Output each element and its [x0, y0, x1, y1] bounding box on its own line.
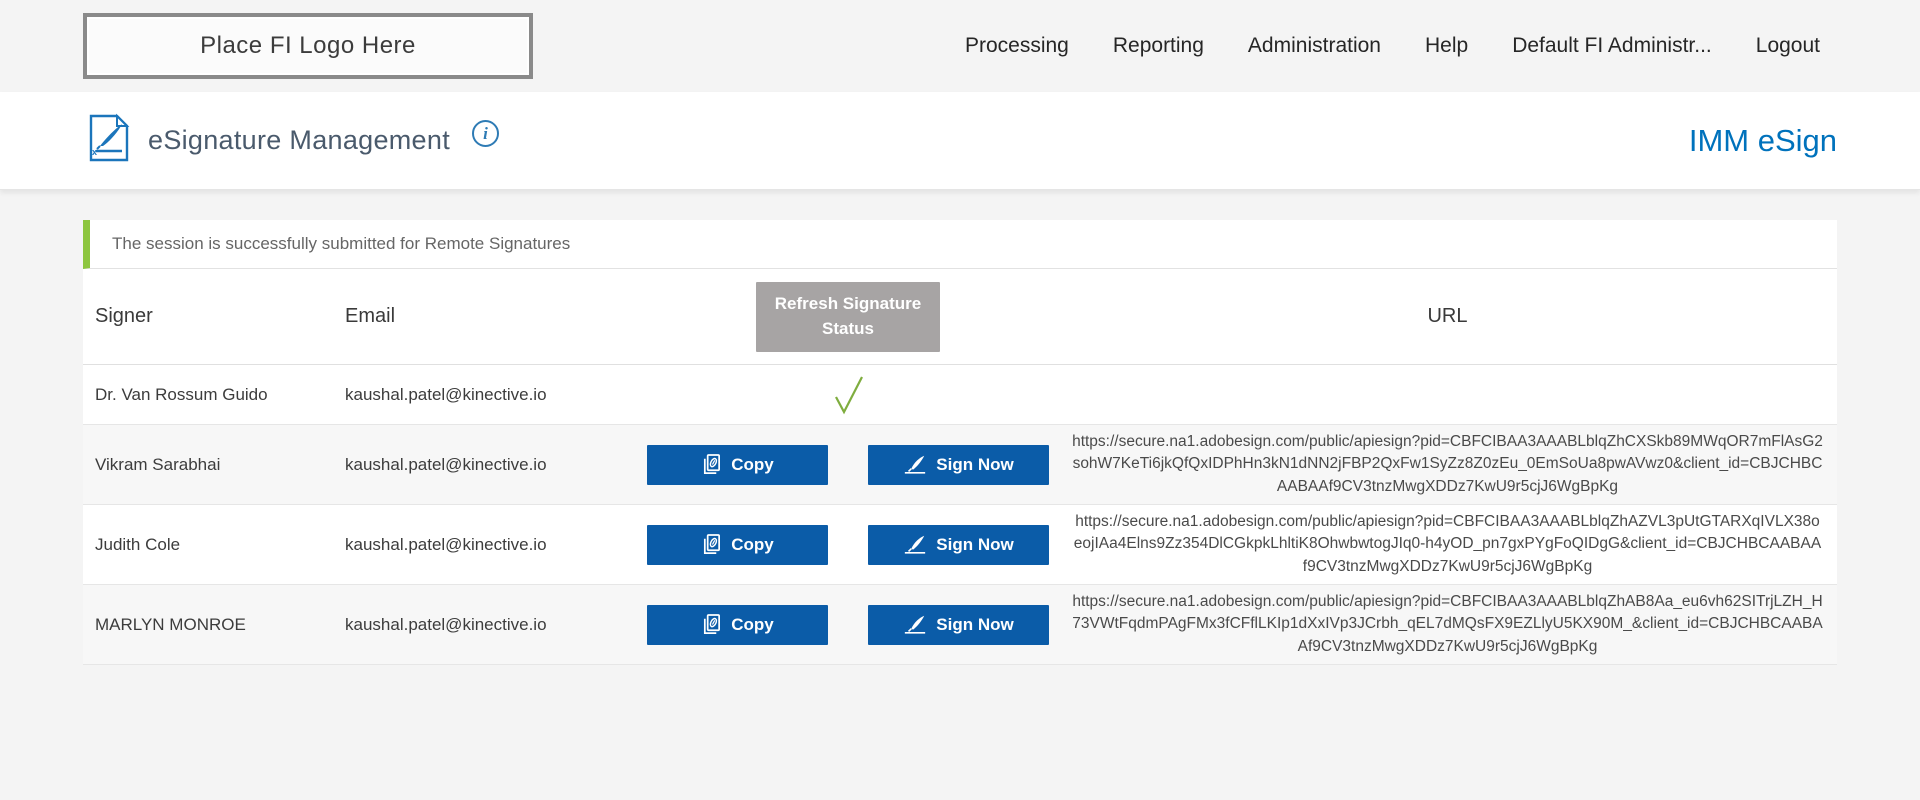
- column-header-email: Email: [345, 305, 638, 328]
- top-bar: Place FI Logo Here Processing Reporting …: [0, 0, 1920, 92]
- copy-icon: [701, 533, 722, 556]
- sign-now-button[interactable]: Sign Now: [868, 525, 1049, 565]
- main-nav: Processing Reporting Administration Help…: [965, 0, 1820, 92]
- brand-title: IMM eSign: [1689, 123, 1837, 159]
- refresh-signature-status-button[interactable]: Refresh Signature Status: [756, 282, 940, 352]
- page-title: eSignature Management: [148, 125, 450, 156]
- email-cell: kaushal.patel@kinective.io: [345, 455, 638, 475]
- table-body: Dr. Van Rossum Guido kaushal.patel@kinec…: [83, 365, 1837, 665]
- nav-item-reporting[interactable]: Reporting: [1113, 34, 1204, 58]
- signer-cell: Dr. Van Rossum Guido: [83, 385, 345, 405]
- row-actions: Copy Sign Now: [647, 605, 1049, 645]
- signed-check-icon: [828, 374, 868, 416]
- nav-item-processing[interactable]: Processing: [965, 34, 1069, 58]
- content-panel: The session is successfully submitted fo…: [83, 220, 1837, 665]
- copy-url-button[interactable]: Copy: [647, 525, 828, 565]
- row-actions: Copy Sign Now: [647, 445, 1049, 485]
- signer-cell: Judith Cole: [83, 535, 345, 555]
- url-cell: https://secure.na1.adobesign.com/public/…: [1058, 503, 1837, 586]
- sign-now-button-label: Sign Now: [936, 535, 1013, 555]
- fi-logo-placeholder: Place FI Logo Here: [83, 13, 533, 79]
- copy-icon: [701, 613, 722, 636]
- nav-item-current-user[interactable]: Default FI Administr...: [1512, 34, 1712, 58]
- email-cell: kaushal.patel@kinective.io: [345, 385, 638, 405]
- email-cell: kaushal.patel@kinective.io: [345, 535, 638, 555]
- sign-now-button-label: Sign Now: [936, 455, 1013, 475]
- svg-text:x: x: [92, 147, 97, 157]
- signer-cell: MARLYN MONROE: [83, 615, 345, 635]
- copy-url-button[interactable]: Copy: [647, 445, 828, 485]
- sign-now-button-label: Sign Now: [936, 615, 1013, 635]
- info-icon[interactable]: i: [472, 120, 499, 147]
- table-row: Judith Cole kaushal.patel@kinective.io C…: [83, 505, 1837, 585]
- sign-pen-icon: [903, 534, 927, 556]
- email-cell: kaushal.patel@kinective.io: [345, 615, 638, 635]
- nav-item-help[interactable]: Help: [1425, 34, 1468, 58]
- signer-cell: Vikram Sarabhai: [83, 455, 345, 475]
- nav-item-administration[interactable]: Administration: [1248, 34, 1381, 58]
- page-header: x eSignature Management i IMM eSign: [0, 92, 1920, 190]
- column-header-signer: Signer: [83, 305, 345, 328]
- copy-button-label: Copy: [731, 455, 774, 475]
- url-cell: [1058, 387, 1837, 403]
- esignature-document-icon: x: [88, 113, 130, 168]
- nav-item-logout[interactable]: Logout: [1756, 34, 1820, 58]
- copy-url-button[interactable]: Copy: [647, 605, 828, 645]
- sign-pen-icon: [903, 614, 927, 636]
- column-header-url: URL: [1058, 294, 1837, 339]
- table-header-row: Signer Email Refresh Signature Status UR…: [83, 269, 1837, 365]
- copy-icon: [701, 453, 722, 476]
- sign-pen-icon: [903, 454, 927, 476]
- sign-now-button[interactable]: Sign Now: [868, 605, 1049, 645]
- success-banner-text: The session is successfully submitted fo…: [112, 234, 570, 254]
- fi-logo-text: Place FI Logo Here: [200, 32, 416, 60]
- url-cell: https://secure.na1.adobesign.com/public/…: [1058, 423, 1837, 506]
- row-actions: Copy Sign Now: [647, 525, 1049, 565]
- success-banner: The session is successfully submitted fo…: [83, 220, 1837, 269]
- copy-button-label: Copy: [731, 615, 774, 635]
- copy-button-label: Copy: [731, 535, 774, 555]
- table-row: MARLYN MONROE kaushal.patel@kinective.io…: [83, 585, 1837, 665]
- sign-now-button[interactable]: Sign Now: [868, 445, 1049, 485]
- table-row: Dr. Van Rossum Guido kaushal.patel@kinec…: [83, 365, 1837, 425]
- table-row: Vikram Sarabhai kaushal.patel@kinective.…: [83, 425, 1837, 505]
- url-cell: https://secure.na1.adobesign.com/public/…: [1058, 583, 1837, 666]
